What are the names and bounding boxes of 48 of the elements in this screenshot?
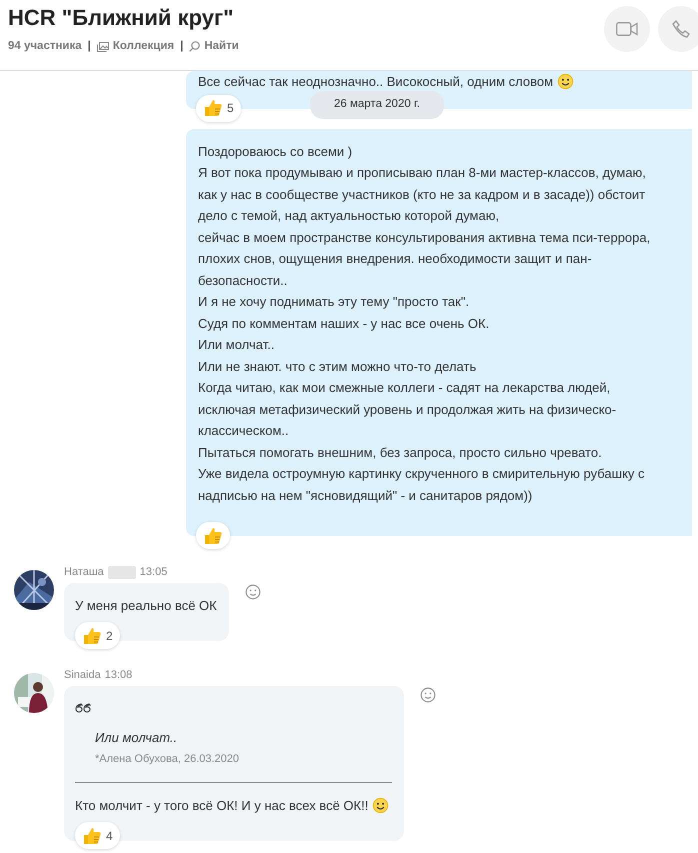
- chat-title: HCR "Ближний круг": [8, 4, 234, 32]
- message-text: У меня реально всё ОК: [75, 596, 217, 615]
- message-text: как у нас в сообществе участников (кто не за кадром и в засаде)) обстоит: [198, 186, 646, 204]
- thumbs-up-icon: [82, 826, 102, 846]
- message-text: безопасности..: [198, 272, 288, 290]
- message-text: Все сейчас так неоднозначно.. Високосный, одним словом: [198, 73, 554, 91]
- reaction-button[interactable]: 5: [196, 94, 241, 122]
- quoted-text: Или молчат..: [95, 728, 178, 746]
- separator: |: [88, 39, 91, 54]
- message-text: Или молчат..: [198, 336, 276, 354]
- video-call-button[interactable]: [604, 6, 650, 52]
- message-text: дело с темой, над актуальностью которой думаю,: [198, 207, 500, 225]
- video-camera-icon: [616, 22, 638, 36]
- quote-source: *Алена Обухова, 26.03.2020: [95, 752, 240, 767]
- thumbs-up-icon: [203, 98, 223, 118]
- participant-count[interactable]: 94 участника: [8, 38, 82, 56]
- reaction-button[interactable]: [196, 522, 230, 549]
- separator: |: [180, 39, 184, 54]
- thumbs-up-icon: [82, 626, 102, 646]
- author-name: Sinaida: [64, 668, 101, 683]
- thumbs-up-icon: [203, 526, 223, 546]
- collection-link[interactable]: Коллекция: [96, 38, 174, 56]
- author-name: Наташа: [64, 565, 104, 580]
- message-text: надписью на нем "ясновидящий" - и санитаров рядом)): [198, 486, 534, 505]
- search-link[interactable]: Найти: [189, 38, 239, 56]
- message-text: И я не хочу поднимать эту тему "просто так".: [198, 293, 470, 311]
- message-time: 13:05: [140, 565, 168, 580]
- message-text: плохих снов, ощущения внедрения. необходимости защит и пан-: [198, 250, 593, 268]
- message-text: исключая метафизический уровень и продолжая жить на физическо-: [198, 400, 618, 419]
- message-text: Поздороваюсь со всеми ): [198, 142, 354, 161]
- gallery-icon: [96, 42, 109, 52]
- message-text: Или не знают. что с этим можно что-то делать: [198, 358, 478, 376]
- message-text: Судя по комментам наших - у нас все очень ОК.: [198, 314, 490, 333]
- message-text: Пытаться помогать внешним, без запроса, просто сильно чревато.: [198, 444, 603, 462]
- search-icon: [189, 41, 200, 52]
- message-text: Когда читаю, как мои смежные коллеги - садят на лекарства людей,: [198, 379, 612, 397]
- message-text: классическом..: [198, 422, 290, 440]
- date-separator: 26 марта 2020 г.: [310, 91, 444, 118]
- quote-icon: [75, 702, 91, 713]
- phone-icon: [672, 20, 690, 38]
- reaction-button[interactable]: 4: [75, 822, 120, 849]
- message-time: 13:08: [104, 668, 132, 683]
- message-text: сейчас в моем пространстве консультирования активна тема пси-террора,: [198, 228, 652, 247]
- message-text: Я вот пока продумываю и прописываю план 8-ми мастер-классов, думаю,: [198, 164, 647, 182]
- message-text: Уже видела остроумную картинку скрученного в смирительную рубашку с: [198, 465, 646, 483]
- reaction-button[interactable]: 2: [75, 622, 120, 649]
- message-text: Кто молчит - у того всё ОК! И у нас всех всё ОК!!: [75, 796, 368, 815]
- call-button[interactable]: [658, 6, 698, 52]
